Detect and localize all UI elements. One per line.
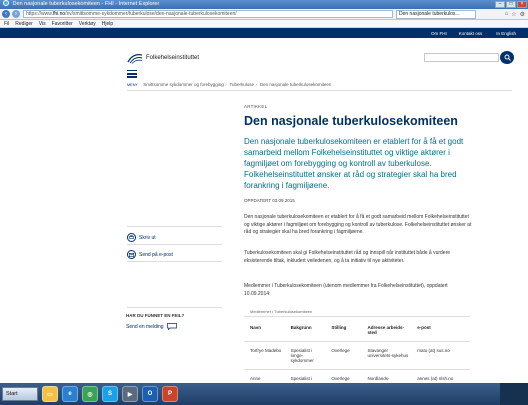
table-cell: Spesialist i lunge-sykdommer <box>284 341 326 370</box>
powerpoint-taskbar-icon[interactable]: P <box>162 386 178 402</box>
table-cell: Anne <box>244 369 285 383</box>
sidebar-divider <box>127 226 222 227</box>
media-taskbar-icon[interactable]: ▶ <box>122 386 138 402</box>
topnav-contact[interactable]: Kontakt oss <box>459 31 483 36</box>
printer-icon <box>127 233 136 242</box>
members-table: Medlemmer i Tuberkulosekomiteen Navn Bak… <box>244 307 470 383</box>
ie-icon <box>3 0 9 6</box>
breadcrumb-item[interactable]: Smittsomme sykdommer og forebygging <box>143 82 224 87</box>
url-prefix: https://www. <box>26 11 53 17</box>
back-button[interactable]: ‹ <box>2 10 10 18</box>
breadcrumb-current: Den nasjonale tuberkulosekomiteen <box>259 82 332 87</box>
table-row: Anne Spesialist i Overlege Nordlands- an… <box>244 369 470 383</box>
found-error-heading: HAR DU FUNNET EN FEIL? <box>126 313 185 318</box>
envelope-icon <box>127 250 136 259</box>
menu-favorites[interactable]: Favoritter <box>52 20 73 27</box>
explorer-taskbar-icon[interactable]: ▭ <box>42 386 58 402</box>
search-input[interactable] <box>424 53 499 62</box>
menu-view[interactable]: Vis <box>39 20 46 27</box>
breadcrumb: MENY Smittsomme sykdommer og forebygging… <box>127 82 332 87</box>
minimize-button[interactable]: – <box>495 1 505 8</box>
search-icon <box>504 54 511 61</box>
article-lead: Den nasjonale tuberkulosekomiteen er eta… <box>244 137 464 190</box>
home-icon[interactable]: ⌂ <box>505 11 509 18</box>
logo-text: Folkehelseinstituttet <box>146 55 200 61</box>
sidebar-divider <box>127 261 222 262</box>
close-button[interactable]: × <box>517 1 527 8</box>
window-controls: – □ × <box>495 1 527 8</box>
column-header: Adresse arbeids-sted <box>367 325 405 335</box>
settings-gear-icon[interactable]: ⚙ <box>520 11 525 18</box>
sidebar-divider <box>127 307 222 308</box>
hamburger-menu-icon[interactable] <box>127 70 137 80</box>
top-nav-strip: Om FHI Kontakt oss In English <box>0 28 528 38</box>
system-tray <box>500 383 528 405</box>
skype-taskbar-icon[interactable]: S <box>102 386 118 402</box>
window-title: Den nasjonale tuberkulosekomiteen - FHI … <box>12 1 160 7</box>
print-label: Skriv ut <box>139 234 156 241</box>
table-cell: Torfrye Madebo <box>244 341 285 370</box>
send-message-label: Send en melding <box>126 323 164 330</box>
article-paragraph: Den nasjonale tuberkulosekomiteen er eta… <box>244 214 472 235</box>
updated-date: OPPDATERT 03.09.2015 <box>244 198 295 203</box>
column-header: Bakgrunn <box>290 325 312 330</box>
breadcrumb-item[interactable]: Tuberkulose <box>229 82 254 87</box>
table-cell: Stavanger universitets-sykehus <box>361 341 412 370</box>
browser-tab[interactable]: Den nasjonale tuberkulos... <box>396 9 476 19</box>
header-divider <box>127 90 512 91</box>
table-cell: Overlege <box>325 341 362 370</box>
article-paragraph: Tuberkulosekomiteen skal gi Folkehelsein… <box>244 250 451 264</box>
article-paragraph: Medlemmer i Tuberkulosekomiteen (utenom … <box>244 283 448 297</box>
maximize-button[interactable]: □ <box>506 1 516 8</box>
menu-tools[interactable]: Verktøy <box>79 20 96 27</box>
menu-edit[interactable]: Rediger <box>15 20 33 27</box>
table-cell: Overlege <box>325 369 362 383</box>
email-label: Send på e-post <box>139 251 173 258</box>
menu-label[interactable]: MENY <box>127 83 138 87</box>
address-row: ‹ › https://www.fhi.no/sv/smittsomme-syk… <box>0 9 528 20</box>
ie-taskbar-icon[interactable]: e <box>62 386 78 402</box>
url-host: fhi.no <box>52 11 66 17</box>
menu-bar: Fil Rediger Vis Favoritter Verktøy Hjelp <box>0 20 528 28</box>
print-button[interactable]: Skriv ut <box>127 233 156 242</box>
forward-button[interactable]: › <box>12 10 20 18</box>
table-row: Torfrye Madebo Spesialist i lunge-sykdom… <box>244 341 470 370</box>
url-path: /sv/smittsomme-sykdommer/tuberkulose/den… <box>65 11 237 17</box>
fhi-logo-icon <box>127 54 143 64</box>
table-cell-email[interactable]: annes (at) nlsh.no <box>411 369 470 383</box>
topnav-english[interactable]: In English <box>496 31 516 36</box>
outlook-taskbar-icon[interactable]: O <box>142 386 158 402</box>
sidebar-divider <box>127 244 222 245</box>
start-button[interactable]: Start <box>2 387 38 401</box>
table-cell-email[interactable]: mato (at) sus.no <box>411 341 470 370</box>
article-kicker: ARTIKKEL <box>244 104 268 109</box>
site-logo[interactable]: Folkehelseinstituttet <box>127 52 199 64</box>
menu-help[interactable]: Hjelp <box>102 20 113 27</box>
search-button[interactable] <box>500 51 514 64</box>
browser-toolbar-icons: ⌂ ☆ ⚙ <box>505 11 525 18</box>
start-label: Start <box>6 391 18 397</box>
windows-taskbar: Start ▭ e ◎ S ▶ O P <box>0 383 528 405</box>
column-header: Stilling <box>331 325 347 330</box>
table-header-row: Navn Bakgrunn Stilling Adresse arbeids-s… <box>244 325 470 342</box>
table-caption: Medlemmer i Tuberkulosekomiteen <box>244 307 470 317</box>
address-bar[interactable]: https://www.fhi.no/sv/smittsomme-sykdomm… <box>23 10 393 18</box>
speech-bubble-icon <box>166 323 177 330</box>
table-cell: Spesialist i <box>284 369 326 383</box>
email-button[interactable]: Send på e-post <box>127 250 173 259</box>
page-title: Den nasjonale tuberkulosekomiteen <box>244 114 458 128</box>
window-titlebar: Den nasjonale tuberkulosekomiteen - FHI … <box>0 0 528 9</box>
column-header: Navn <box>250 325 262 330</box>
send-message-link[interactable]: Send en melding <box>126 323 177 330</box>
table-cell: Nordlands- <box>361 369 412 383</box>
tab-label: Den nasjonale tuberkulos... <box>399 10 460 17</box>
topnav-about[interactable]: Om FHI <box>431 31 447 36</box>
favorites-star-icon[interactable]: ☆ <box>511 11 516 18</box>
site-header: Folkehelseinstituttet <box>0 38 528 78</box>
menu-file[interactable]: Fil <box>4 20 9 27</box>
chrome-taskbar-icon[interactable]: ◎ <box>82 386 98 402</box>
column-header: e-post <box>417 325 431 330</box>
web-page: Om FHI Kontakt oss In English Folkehelse… <box>0 28 528 383</box>
